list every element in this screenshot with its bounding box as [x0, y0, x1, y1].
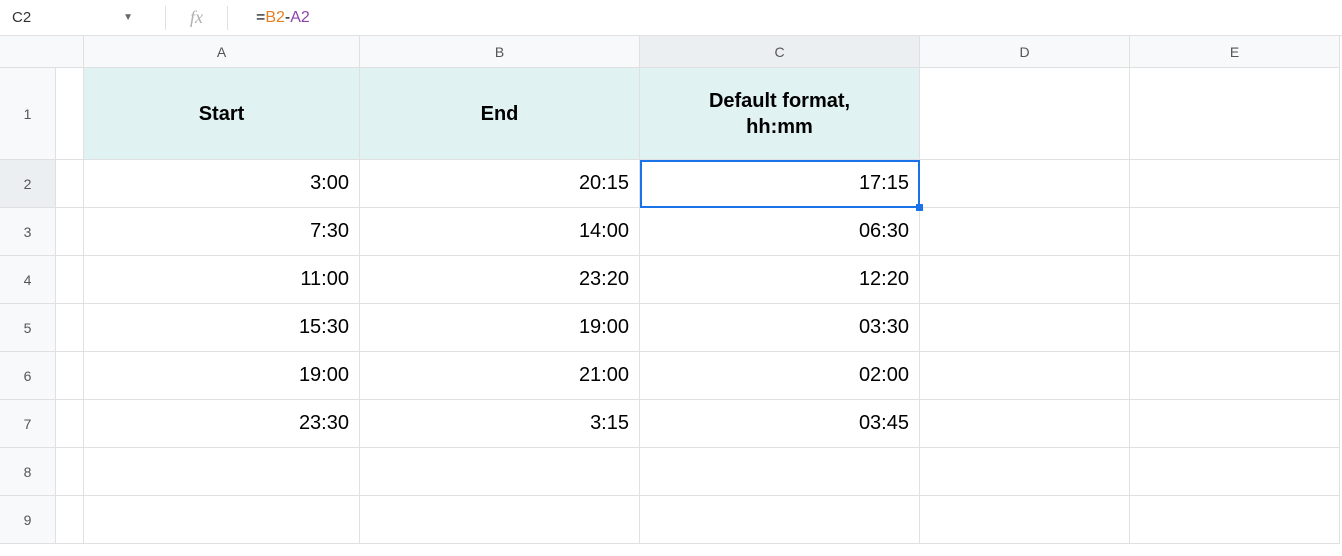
spreadsheet-grid[interactable]: A B C D E 1 Start End Default format, hh… — [0, 36, 1342, 544]
cell-a9[interactable] — [84, 496, 360, 544]
cell-b1[interactable]: End — [360, 68, 640, 160]
cell-c2[interactable]: 17:15 — [640, 160, 920, 208]
cell-d6[interactable] — [920, 352, 1130, 400]
divider — [165, 6, 166, 30]
cell-b4[interactable]: 23:20 — [360, 256, 640, 304]
cell-e2[interactable] — [1130, 160, 1340, 208]
col-head-e[interactable]: E — [1130, 36, 1340, 68]
row-stub — [56, 68, 84, 160]
col-head-d[interactable]: D — [920, 36, 1130, 68]
cell-a2[interactable]: 3:00 — [84, 160, 360, 208]
cell-c1[interactable]: Default format, hh:mm — [640, 68, 920, 160]
cell-c4[interactable]: 12:20 — [640, 256, 920, 304]
cell-d3[interactable] — [920, 208, 1130, 256]
cell-e4[interactable] — [1130, 256, 1340, 304]
cell-b5[interactable]: 19:00 — [360, 304, 640, 352]
row-head-8[interactable]: 8 — [0, 448, 56, 496]
cell-c3[interactable]: 06:30 — [640, 208, 920, 256]
cell-e7[interactable] — [1130, 400, 1340, 448]
row-stub — [56, 352, 84, 400]
cell-c6[interactable]: 02:00 — [640, 352, 920, 400]
row-stub — [56, 208, 84, 256]
cell-e6[interactable] — [1130, 352, 1340, 400]
name-box[interactable]: C2 ▼ — [0, 0, 155, 35]
chevron-down-icon[interactable]: ▼ — [123, 12, 133, 23]
cell-a7[interactable]: 23:30 — [84, 400, 360, 448]
name-box-value: C2 — [12, 9, 31, 26]
formula-ref-1: B2 — [265, 9, 285, 27]
selection-handle[interactable] — [916, 204, 923, 211]
row-head-9[interactable]: 9 — [0, 496, 56, 544]
row-head-3[interactable]: 3 — [0, 208, 56, 256]
cell-b9[interactable] — [360, 496, 640, 544]
divider — [227, 6, 228, 30]
select-all-corner[interactable] — [0, 36, 84, 68]
cell-d1[interactable] — [920, 68, 1130, 160]
cell-e8[interactable] — [1130, 448, 1340, 496]
cell-a4[interactable]: 11:00 — [84, 256, 360, 304]
row-head-7[interactable]: 7 — [0, 400, 56, 448]
cell-c8[interactable] — [640, 448, 920, 496]
col-head-c[interactable]: C — [640, 36, 920, 68]
cell-e1[interactable] — [1130, 68, 1340, 160]
formula-eq: = — [256, 9, 265, 27]
cell-c5[interactable]: 03:30 — [640, 304, 920, 352]
col-head-a[interactable]: A — [84, 36, 360, 68]
cell-a1[interactable]: Start — [84, 68, 360, 160]
cell-b2[interactable]: 20:15 — [360, 160, 640, 208]
cell-e3[interactable] — [1130, 208, 1340, 256]
fx-icon: fx — [176, 7, 217, 28]
row-head-2[interactable]: 2 — [0, 160, 56, 208]
cell-a6[interactable]: 19:00 — [84, 352, 360, 400]
row-stub — [56, 448, 84, 496]
cell-b6[interactable]: 21:00 — [360, 352, 640, 400]
cell-d7[interactable] — [920, 400, 1130, 448]
formula-bar: C2 ▼ fx =B2-A2 — [0, 0, 1342, 36]
cell-d8[interactable] — [920, 448, 1130, 496]
cell-c9[interactable] — [640, 496, 920, 544]
cell-b8[interactable] — [360, 448, 640, 496]
cell-e9[interactable] — [1130, 496, 1340, 544]
cell-a3[interactable]: 7:30 — [84, 208, 360, 256]
row-stub — [56, 496, 84, 544]
cell-d4[interactable] — [920, 256, 1130, 304]
row-stub — [56, 400, 84, 448]
col-head-b[interactable]: B — [360, 36, 640, 68]
row-head-1[interactable]: 1 — [0, 68, 56, 160]
cell-a8[interactable] — [84, 448, 360, 496]
cell-b7[interactable]: 3:15 — [360, 400, 640, 448]
cell-e5[interactable] — [1130, 304, 1340, 352]
cell-c7[interactable]: 03:45 — [640, 400, 920, 448]
row-head-6[interactable]: 6 — [0, 352, 56, 400]
row-stub — [56, 160, 84, 208]
row-stub — [56, 256, 84, 304]
row-head-4[interactable]: 4 — [0, 256, 56, 304]
cell-b3[interactable]: 14:00 — [360, 208, 640, 256]
formula-input[interactable]: =B2-A2 — [238, 0, 1342, 35]
cell-d9[interactable] — [920, 496, 1130, 544]
cell-d2[interactable] — [920, 160, 1130, 208]
row-head-5[interactable]: 5 — [0, 304, 56, 352]
cell-d5[interactable] — [920, 304, 1130, 352]
cell-a5[interactable]: 15:30 — [84, 304, 360, 352]
formula-ref-2: A2 — [290, 9, 310, 27]
row-stub — [56, 304, 84, 352]
